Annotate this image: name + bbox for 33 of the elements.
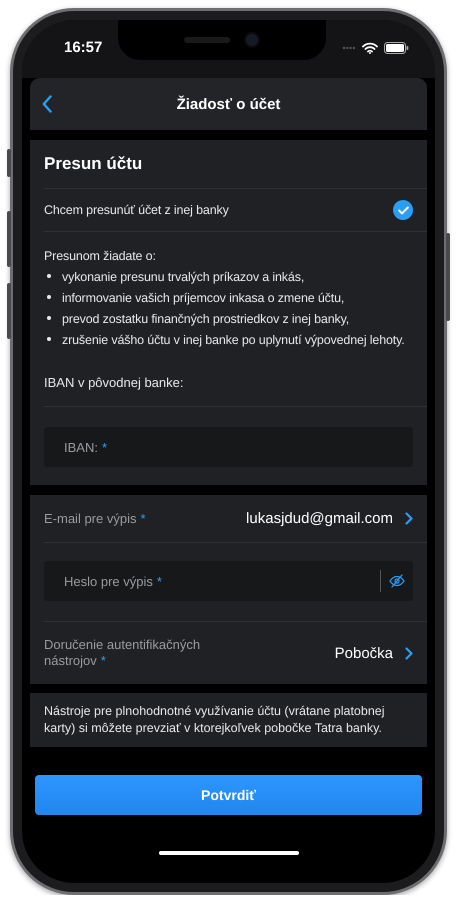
email-label: E-mail pre výpis *: [44, 510, 146, 526]
bullet-dot: [47, 316, 51, 320]
bullet-text: zrušenie vášho účtu v inej banke po uplynutí výpovednej lehoty.: [62, 332, 405, 349]
camera-lens: [244, 32, 260, 48]
delivery-label: Doručenie autentifikačných nástrojov *: [44, 637, 202, 669]
checkbox-label: Chcem presunúť účet z inej banky: [44, 202, 229, 219]
bullet-text: vykonanie presunu trvalých príkazov a inkás,: [62, 269, 304, 286]
section-title: Presun účtu: [43, 153, 144, 175]
bullet-dot: [47, 274, 51, 278]
iban-field[interactable]: IBAN: *: [44, 427, 413, 467]
bullet-text: informovanie vašich príjemcov inkasa o zmene účtu,: [62, 290, 344, 307]
speaker-grille: [184, 37, 230, 43]
chevron-right-icon: [405, 646, 413, 660]
battery-icon: [384, 42, 409, 54]
eye-off-icon[interactable]: [389, 574, 405, 588]
checkbox[interactable]: [393, 200, 413, 220]
email-value[interactable]: lukasjdud@gmail.com: [246, 510, 413, 527]
check-icon: [398, 206, 408, 214]
confirm-button[interactable]: Potvrdiť: [35, 775, 422, 815]
wifi-icon: [362, 42, 378, 54]
back-button[interactable]: [42, 95, 52, 113]
bullet-dot: [47, 295, 51, 299]
iban-label: IBAN v pôvodnej banke:: [44, 374, 184, 392]
screen-title: Žiadosť o účet: [176, 96, 280, 112]
delivery-value[interactable]: Pobočka: [334, 644, 413, 662]
password-field[interactable]: Heslo pre výpis *: [44, 561, 413, 601]
intro-text: Presunom žiadate o:: [44, 248, 157, 265]
bullet-dot: [47, 337, 51, 341]
bullet-text: prevod zostatku finančných prostriedkov z inej banky,: [62, 311, 350, 328]
note-text: Nástroje pre plnohodnotné využívanie účtu (vrátane platobnej karty) si môžete prevziať v ktorejkoľvek pobočke Tatra banky.: [43, 703, 386, 737]
status-time: 16:57: [64, 39, 102, 56]
chevron-right-icon: [405, 512, 413, 525]
signal-icon: [342, 46, 356, 50]
